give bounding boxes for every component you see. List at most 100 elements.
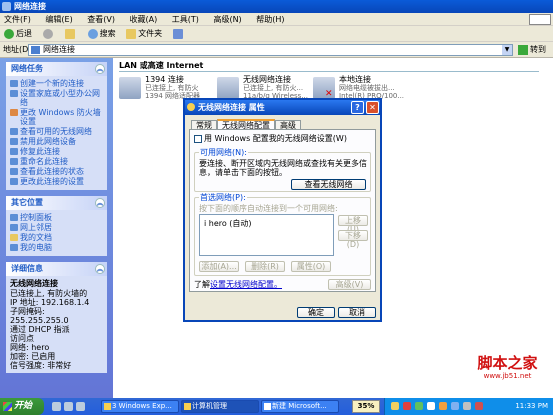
ok-button[interactable]: 确定	[297, 307, 335, 318]
volume-icon[interactable]	[463, 402, 471, 410]
task-view-status[interactable]: 查看此连接的状态	[10, 167, 103, 176]
clock[interactable]: 11:33 PM	[515, 398, 548, 415]
task-disable-device[interactable]: 禁用此网络设备	[10, 137, 103, 146]
tray-icon[interactable]	[403, 402, 411, 410]
task-rename[interactable]: 重命名此连接	[10, 157, 103, 166]
learn-more-link[interactable]: 设置无线网络配置。	[210, 280, 282, 289]
add-button[interactable]: 添加(A)...	[199, 261, 239, 272]
menu-advanced[interactable]: 高级(N)	[213, 15, 241, 24]
group-label: 首选网络(P):	[199, 193, 247, 202]
details-panel: 详细信息 ︽ 无线网络连接 已连接上, 有防火墙的 IP 地址: 192.168.…	[6, 262, 107, 373]
back-button[interactable]: 后退	[4, 26, 32, 42]
quicklaunch-ie-icon[interactable]	[52, 402, 61, 411]
network-tasks-panel: 网络任务 ︽ 创建一个新的连接 设置家庭或小型办公网络 更改 Windows 防火…	[6, 62, 107, 190]
use-windows-config-checkbox[interactable]: 用 Windows 配置我的无线网络设置(W)	[194, 134, 347, 143]
menu-view[interactable]: 查看(V)	[87, 15, 115, 24]
place-my-documents[interactable]: 我的文档	[10, 233, 103, 242]
detail-signal: 信号强度: 非常好	[10, 361, 72, 370]
chevron-down-icon[interactable]: ▼	[502, 45, 512, 55]
wireless-tray-icon[interactable]	[451, 402, 459, 410]
tray-icon[interactable]	[415, 402, 423, 410]
tray-icon[interactable]	[439, 402, 447, 410]
go-button[interactable]: 转到	[518, 44, 546, 56]
new-connection-icon	[10, 80, 18, 87]
connection-name: 1394 连接	[145, 75, 184, 84]
menu-bar: 文件(F) 编辑(E) 查看(V) 收藏(A) 工具(T) 高级(N) 帮助(H…	[0, 13, 553, 26]
place-my-computer[interactable]: 我的电脑	[10, 243, 103, 252]
dialog-titlebar[interactable]: 无线网络连接 属性 ? ✕	[185, 100, 380, 115]
wireless-adapter-icon	[217, 77, 239, 99]
preferred-networks-group: 首选网络(P): 按下面的顺序自动连接到一个可用网络: ⅰ hero (自动) …	[194, 193, 371, 276]
tray-icon[interactable]	[475, 402, 483, 410]
menu-file[interactable]: 文件(F)	[4, 15, 31, 24]
tray-icon[interactable]	[427, 402, 435, 410]
control-panel-icon	[10, 214, 18, 221]
taskbar-item-computer-mgmt[interactable]: 计算机管理	[181, 400, 259, 413]
help-button[interactable]: ?	[351, 101, 364, 114]
task-change-settings[interactable]: 更改此连接的设置	[10, 177, 103, 186]
settings-icon	[10, 178, 18, 185]
status-icon	[10, 168, 18, 175]
up-button[interactable]	[65, 26, 77, 42]
panel-header[interactable]: 网络任务 ︽	[6, 62, 107, 76]
task-setup-home-network[interactable]: 设置家庭或小型办公网络	[10, 89, 103, 107]
ime-indicator[interactable]: 35%	[352, 400, 380, 413]
quicklaunch-desktop-icon[interactable]	[64, 402, 73, 411]
start-button[interactable]: 开始	[0, 398, 44, 415]
menu-favorites[interactable]: 收藏(A)	[130, 15, 158, 24]
documents-icon	[10, 234, 18, 241]
views-button[interactable]	[172, 26, 185, 42]
network-neighborhood-icon	[10, 224, 18, 231]
properties-button[interactable]: 属性(O)	[291, 261, 331, 272]
chevron-up-icon[interactable]: ︽	[95, 198, 105, 208]
detail-subnet: 子网掩码: 255.255.255.0	[10, 307, 69, 325]
task-create-connection[interactable]: 创建一个新的连接	[10, 79, 103, 88]
system-tray: 11:33 PM	[384, 398, 553, 415]
task-firewall-settings[interactable]: 更改 Windows 防火墙设置	[10, 108, 103, 126]
address-input[interactable]: 网络连接 ▼	[28, 44, 513, 56]
network-folder-icon	[2, 2, 11, 11]
place-network-neighborhood[interactable]: 网上邻居	[10, 223, 103, 232]
cancel-button[interactable]: 取消	[338, 307, 376, 318]
chevron-up-icon[interactable]: ︽	[95, 264, 105, 274]
detail-name: 无线网络连接	[10, 279, 58, 288]
panel-header[interactable]: 详细信息 ︽	[6, 262, 107, 276]
list-item[interactable]: ⅰ hero (自动)	[204, 219, 252, 228]
word-icon	[264, 403, 271, 410]
detail-ip: IP 地址: 192.168.1.4	[10, 298, 90, 307]
chevron-up-icon[interactable]: ︽	[95, 64, 105, 74]
search-icon	[87, 28, 98, 39]
folders-button[interactable]: 文件夹	[126, 26, 162, 42]
address-bar: 地址(D) 网络连接 ▼ 转到	[0, 42, 553, 58]
computer-management-icon	[184, 403, 191, 410]
wireless-icon	[10, 128, 18, 135]
task-repair[interactable]: 修复此连接	[10, 147, 103, 156]
checkbox-box[interactable]	[194, 134, 202, 143]
menu-help[interactable]: 帮助(H)	[256, 15, 284, 24]
task-view-wireless[interactable]: 查看可用的无线网络	[10, 127, 103, 136]
preferred-networks-list[interactable]: ⅰ hero (自动)	[199, 214, 334, 256]
advanced-button[interactable]: 高级(V)	[328, 279, 371, 290]
quicklaunch-media-icon[interactable]	[76, 402, 85, 411]
taskbar-item-word[interactable]: 新建 Microsoft...	[261, 400, 339, 413]
remove-button[interactable]: 删除(R)	[245, 261, 285, 272]
network-adapter-icon	[119, 77, 141, 99]
move-up-button[interactable]: 上移(U)	[338, 215, 368, 234]
menu-edit[interactable]: 编辑(E)	[45, 15, 72, 24]
forward-button[interactable]	[42, 26, 55, 42]
checkbox-label: 用 Windows 配置我的无线网络设置(W)	[204, 134, 347, 143]
home-network-icon	[10, 90, 18, 97]
close-button[interactable]: ✕	[366, 101, 379, 114]
firewall-icon	[10, 109, 18, 116]
repair-icon	[10, 148, 18, 155]
tray-icon[interactable]	[391, 402, 399, 410]
move-down-button[interactable]: 下移(D)	[338, 230, 368, 249]
taskbar-item-explorer[interactable]: 3 Windows Exp...	[101, 400, 179, 413]
dialog-title: 无线网络连接 属性	[198, 103, 265, 112]
place-control-panel[interactable]: 控制面板	[10, 213, 103, 222]
window-title: 网络连接	[14, 2, 46, 11]
view-wireless-button[interactable]: 查看无线网络	[291, 179, 366, 190]
panel-header[interactable]: 其它位置 ︽	[6, 196, 107, 210]
search-button[interactable]: 搜索	[87, 26, 116, 42]
menu-tools[interactable]: 工具(T)	[172, 15, 199, 24]
